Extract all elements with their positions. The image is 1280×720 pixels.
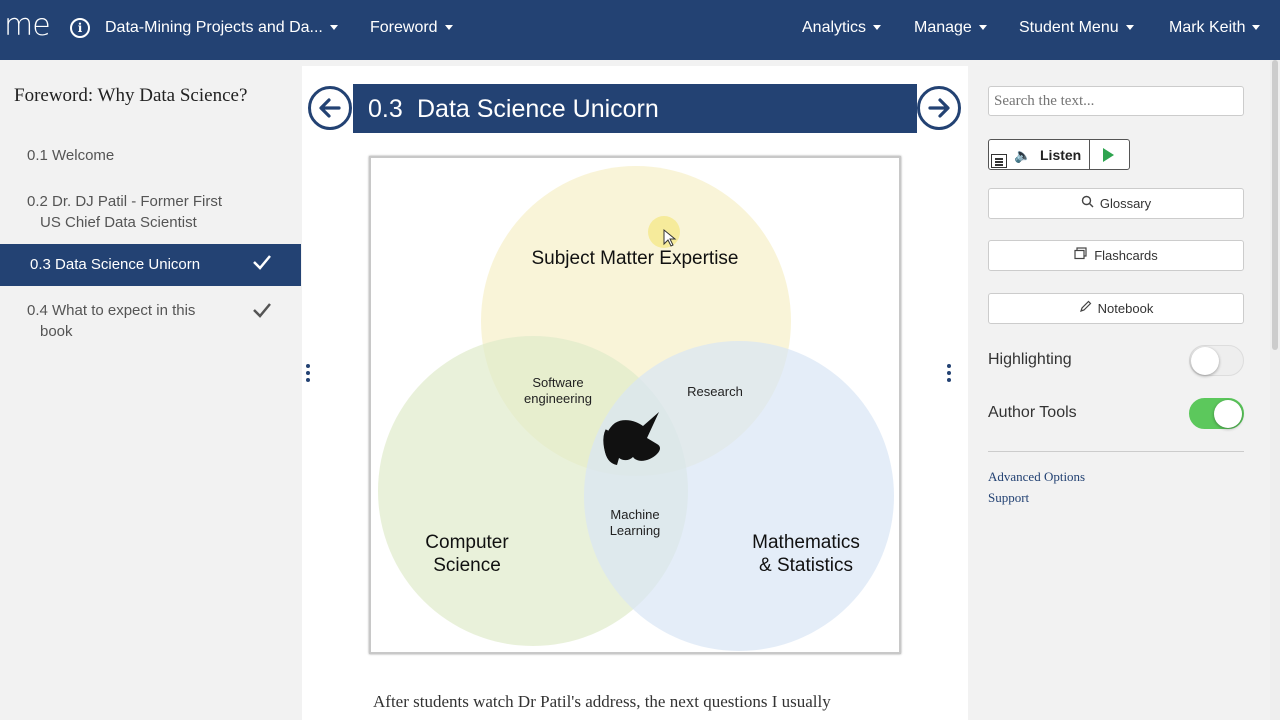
highlighting-label: Highlighting [988, 351, 1072, 368]
flashcards-icon [1074, 247, 1087, 260]
checkmark-icon [253, 255, 271, 270]
flashcards-button[interactable]: Flashcards [988, 240, 1244, 271]
venn-label-left-2: Science [433, 555, 501, 576]
chevron-down-icon [873, 25, 882, 31]
menu-icon[interactable] [991, 154, 1007, 168]
toc-sidebar: Foreword: Why Data Science? 0.1 Welcome … [0, 60, 301, 720]
analytics-label: Analytics [802, 19, 867, 36]
venn-label-right-2: & Statistics [759, 555, 853, 576]
next-section-button[interactable] [917, 86, 961, 130]
notebook-label: Notebook [1097, 301, 1154, 316]
toc-item-label: 0.4 What to expect in this [27, 302, 196, 319]
venn-label-top-left-1: Software [532, 375, 583, 390]
venn-label-top-left-2: engineering [524, 391, 592, 406]
author-tools-label: Author Tools [988, 404, 1077, 421]
user-menu[interactable]: Mark Keith [1169, 19, 1261, 37]
author-tools-toggle[interactable] [1189, 398, 1244, 429]
venn-label-bottom-1: Machine [610, 507, 659, 522]
glossary-button[interactable]: Glossary [988, 188, 1244, 219]
toc-item-label-cont: US Chief Data Scientist [40, 214, 197, 231]
toc-item-label: 0.2 Dr. DJ Patil - Former First [27, 193, 223, 210]
checkmark-icon [253, 303, 271, 318]
chapter-label: Foreword [370, 19, 438, 36]
panel-divider [988, 451, 1244, 452]
right-drag-handle[interactable] [947, 364, 951, 385]
manage-menu[interactable]: Manage [914, 19, 987, 37]
sidebar-title: Foreword: Why Data Science? [14, 85, 248, 106]
venn-label-right-1: Mathematics [752, 532, 860, 553]
section-title: Data Science Unicorn [417, 95, 659, 123]
chevron-down-icon [329, 25, 338, 31]
highlighting-toggle[interactable] [1189, 345, 1244, 376]
chevron-down-icon [978, 25, 987, 31]
venn-diagram-figure: Subject Matter Expertise Software engine… [369, 156, 901, 654]
student-menu[interactable]: Student Menu [1019, 19, 1134, 37]
chevron-down-icon [1252, 25, 1261, 31]
toc-item-dj-patil[interactable]: 0.2 Dr. DJ Patil - Former First US Chief… [0, 191, 301, 235]
section-number: 0.3 [368, 95, 403, 123]
speaker-icon: 🔈 [1014, 147, 1032, 163]
analytics-menu[interactable]: Analytics [802, 19, 882, 37]
venn-label-top: Subject Matter Expertise [532, 248, 739, 269]
chapter-dropdown[interactable]: Foreword [370, 19, 453, 37]
section-header: 0.3 Data Science Unicorn [353, 84, 917, 133]
chevron-down-icon [444, 25, 453, 31]
listen-divider [1089, 140, 1090, 169]
student-menu-label: Student Menu [1019, 19, 1119, 36]
flashcards-label: Flashcards [1094, 248, 1158, 263]
advanced-options-link[interactable]: Advanced Options [988, 469, 1085, 485]
info-icon[interactable]: i [70, 18, 90, 38]
content-paragraph: After students watch Dr Patil's address,… [373, 692, 831, 711]
toc-item-welcome[interactable]: 0.1 Welcome [0, 145, 301, 169]
arrow-right-icon [928, 98, 950, 118]
page-scrollbar[interactable] [1270, 60, 1280, 720]
listen-label: Listen [1040, 147, 1082, 163]
manage-label: Manage [914, 19, 972, 36]
arrow-left-icon [319, 98, 341, 118]
toc-item-label: 0.1 Welcome [27, 147, 115, 164]
venn-label-left-1: Computer [425, 532, 509, 553]
toc-item-what-to-expect[interactable]: 0.4 What to expect in this book [0, 300, 301, 344]
venn-label-top-right: Research [687, 384, 743, 399]
toc-item-data-science-unicorn[interactable]: 0.3 Data Science Unicorn [0, 244, 301, 286]
play-icon[interactable] [1103, 148, 1114, 162]
venn-diagram: Subject Matter Expertise Software engine… [378, 166, 894, 651]
toc-item-label: 0.3 Data Science Unicorn [30, 256, 201, 273]
listen-control[interactable]: 🔈 Listen [988, 139, 1130, 170]
user-name: Mark Keith [1169, 19, 1246, 36]
venn-label-bottom-2: Learning [610, 523, 661, 538]
app-logo[interactable]: me [4, 8, 51, 43]
top-navbar: me i Data-Mining Projects and Da... Fore… [0, 0, 1280, 60]
pencil-icon [1079, 300, 1092, 312]
search-input[interactable] [988, 86, 1244, 116]
toc-item-label-cont: book [40, 323, 73, 340]
scrollbar-thumb[interactable] [1272, 60, 1278, 350]
notebook-button[interactable]: Notebook [988, 293, 1244, 324]
search-icon [1081, 195, 1094, 208]
previous-section-button[interactable] [308, 86, 352, 130]
left-drag-handle[interactable] [306, 364, 310, 385]
toggle-knob [1214, 400, 1242, 428]
glossary-label: Glossary [1099, 196, 1152, 211]
toggle-knob [1191, 347, 1219, 375]
chevron-down-icon [1125, 25, 1134, 31]
support-link[interactable]: Support [988, 490, 1029, 506]
book-title-dropdown[interactable]: Data-Mining Projects and Da... [105, 19, 338, 37]
book-title-label: Data-Mining Projects and Da... [105, 19, 323, 36]
